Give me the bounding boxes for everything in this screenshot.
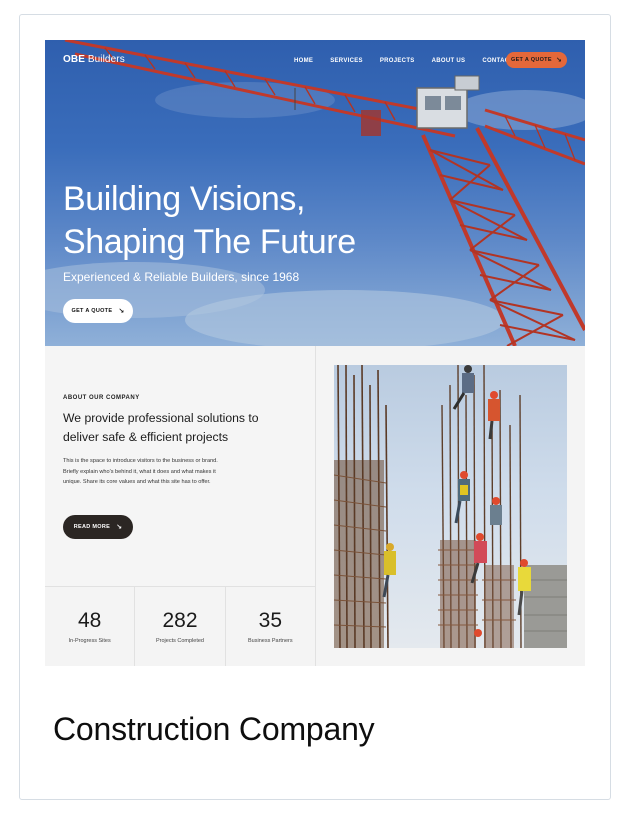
stat-label: Business Partners [248,638,293,644]
template-caption[interactable]: Construction Company [53,711,375,748]
about-heading: We provide professional solutions to del… [63,411,259,444]
nav-home[interactable]: HOME [294,58,313,64]
stat-value: 48 [77,609,102,632]
nav-get-quote-button[interactable]: GET A QUOTE ↘ [506,52,567,68]
hero-title-line-2: Shaping The Future [63,223,356,261]
stat-label: Projects Completed [155,638,204,644]
nav-get-quote-label: GET A QUOTE [511,57,552,63]
arrow-down-right-icon: ↘ [118,307,125,315]
arrow-down-right-icon: ↘ [555,56,562,64]
main-nav: HOME SERVICES PROJECTS ABOUT US CONTACT … [294,58,524,64]
stat-value: 35 [258,609,282,632]
hero-get-quote-label: GET A QUOTE [71,308,113,314]
read-more-button[interactable]: READ MORE ↘ [63,515,133,539]
stat-label: In-Progress Sites [68,638,111,644]
rebar-illustration [334,365,567,648]
nav-about-us[interactable]: ABOUT US [432,58,466,64]
hero-title-line-1: Building Visions, [63,180,306,218]
arrow-down-right-icon: ↘ [116,523,123,531]
stat-in-progress: 48 In-Progress Sites [45,587,134,666]
hero-section: OBE Builders HOME SERVICES PROJECTS ABOU… [45,40,585,346]
section-divider [315,346,316,666]
about-section: ABOUT OUR COMPANY We provide professiona… [45,346,315,586]
workers-photo [334,365,567,648]
nav-projects[interactable]: PROJECTS [380,58,415,64]
hero-title: Building Visions, Shaping The Future [63,178,423,264]
read-more-label: READ MORE [73,524,111,530]
logo-rest: Builders [84,54,125,65]
about-eyebrow: ABOUT OUR COMPANY [63,395,140,401]
stat-business-partners: 35 Business Partners [224,587,315,666]
logo-bold: OBE [63,54,85,65]
hero-subtitle: Experienced & Reliable Builders, since 1… [63,270,300,284]
site-preview: OBE Builders HOME SERVICES PROJECTS ABOU… [45,40,585,666]
nav-services[interactable]: SERVICES [330,58,363,64]
hero-get-quote-button[interactable]: GET A QUOTE ↘ [63,299,133,323]
about-body: This is the space to introduce visitors … [63,458,218,485]
stat-value: 282 [162,609,198,632]
stat-projects-completed: 282 Projects Completed [134,587,224,666]
stats-row: 48 In-Progress Sites 282 Projects Comple… [45,586,315,666]
site-logo[interactable]: OBE Builders [63,54,125,65]
